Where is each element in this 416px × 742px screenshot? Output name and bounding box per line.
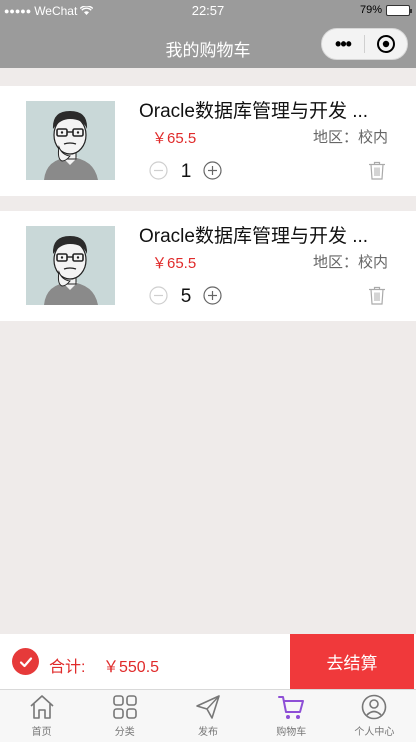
avatar-illustration xyxy=(26,101,115,180)
total-amount: ￥550.5 xyxy=(103,659,160,676)
trash-icon[interactable] xyxy=(368,286,386,305)
send-icon xyxy=(196,695,220,719)
product-thumbnail[interactable] xyxy=(26,226,115,305)
product-thumbnail[interactable] xyxy=(26,101,115,180)
total-label: 合计: xyxy=(49,659,86,676)
cart-item[interactable]: Oracle数据库管理与开发 ... ￥65.5 地区：校内 1 xyxy=(0,86,416,196)
mini-program-capsule: ••• xyxy=(321,28,408,60)
increase-quantity-button[interactable] xyxy=(203,161,222,180)
tab-label: 发布 xyxy=(198,727,218,738)
status-right: 79% xyxy=(359,4,412,16)
product-price: ￥65.5 xyxy=(152,130,197,147)
select-all-checkbox[interactable] xyxy=(12,648,39,675)
increase-quantity-button[interactable] xyxy=(203,286,222,305)
product-title[interactable]: Oracle数据库管理与开发 ... xyxy=(139,221,368,248)
tab-label: 首页 xyxy=(31,727,52,738)
battery-percent: 79% xyxy=(359,4,382,16)
product-region: 地区：校内 xyxy=(312,254,388,271)
quantity-value: 1 xyxy=(180,161,192,182)
checkmark-icon xyxy=(19,656,32,667)
avatar-illustration xyxy=(26,226,115,305)
nav-bar: 我的购物车 ••• xyxy=(0,22,416,68)
tab-bar: 首页 分类 发布 购物车 个人中心 xyxy=(0,689,416,742)
checkout-bar: 合计: ￥550.5 去结算 xyxy=(0,634,416,689)
status-bar: ●●●●● WeChat 22:57 79% xyxy=(0,0,416,22)
trash-icon[interactable] xyxy=(368,161,386,180)
tab-category[interactable]: 分类 xyxy=(83,690,166,742)
cart-icon xyxy=(278,696,305,719)
decrease-quantity-button[interactable] xyxy=(149,161,168,180)
target-close-icon xyxy=(377,35,395,53)
tab-publish[interactable]: 发布 xyxy=(166,690,249,742)
battery-icon xyxy=(386,4,412,16)
tab-home[interactable]: 首页 xyxy=(0,690,83,742)
tab-cart[interactable]: 购物车 xyxy=(250,690,333,742)
grid-icon xyxy=(112,695,137,719)
tab-label: 个人中心 xyxy=(354,727,395,738)
product-price: ￥65.5 xyxy=(152,255,197,272)
tab-label: 购物车 xyxy=(276,727,307,738)
checkout-button[interactable]: 去结算 xyxy=(290,634,414,689)
more-button[interactable]: ••• xyxy=(322,29,364,59)
close-button[interactable] xyxy=(365,34,407,54)
product-title[interactable]: Oracle数据库管理与开发 ... xyxy=(139,96,368,123)
tab-profile[interactable]: 个人中心 xyxy=(333,690,416,742)
tab-label: 分类 xyxy=(114,727,135,738)
cart-item[interactable]: Oracle数据库管理与开发 ... ￥65.5 地区：校内 5 xyxy=(0,211,416,321)
decrease-quantity-button[interactable] xyxy=(149,286,168,305)
user-icon xyxy=(362,694,387,720)
quantity-value: 5 xyxy=(180,286,192,307)
status-time: 22:57 xyxy=(191,3,225,18)
home-icon xyxy=(30,695,54,719)
product-region: 地区：校内 xyxy=(312,129,388,146)
